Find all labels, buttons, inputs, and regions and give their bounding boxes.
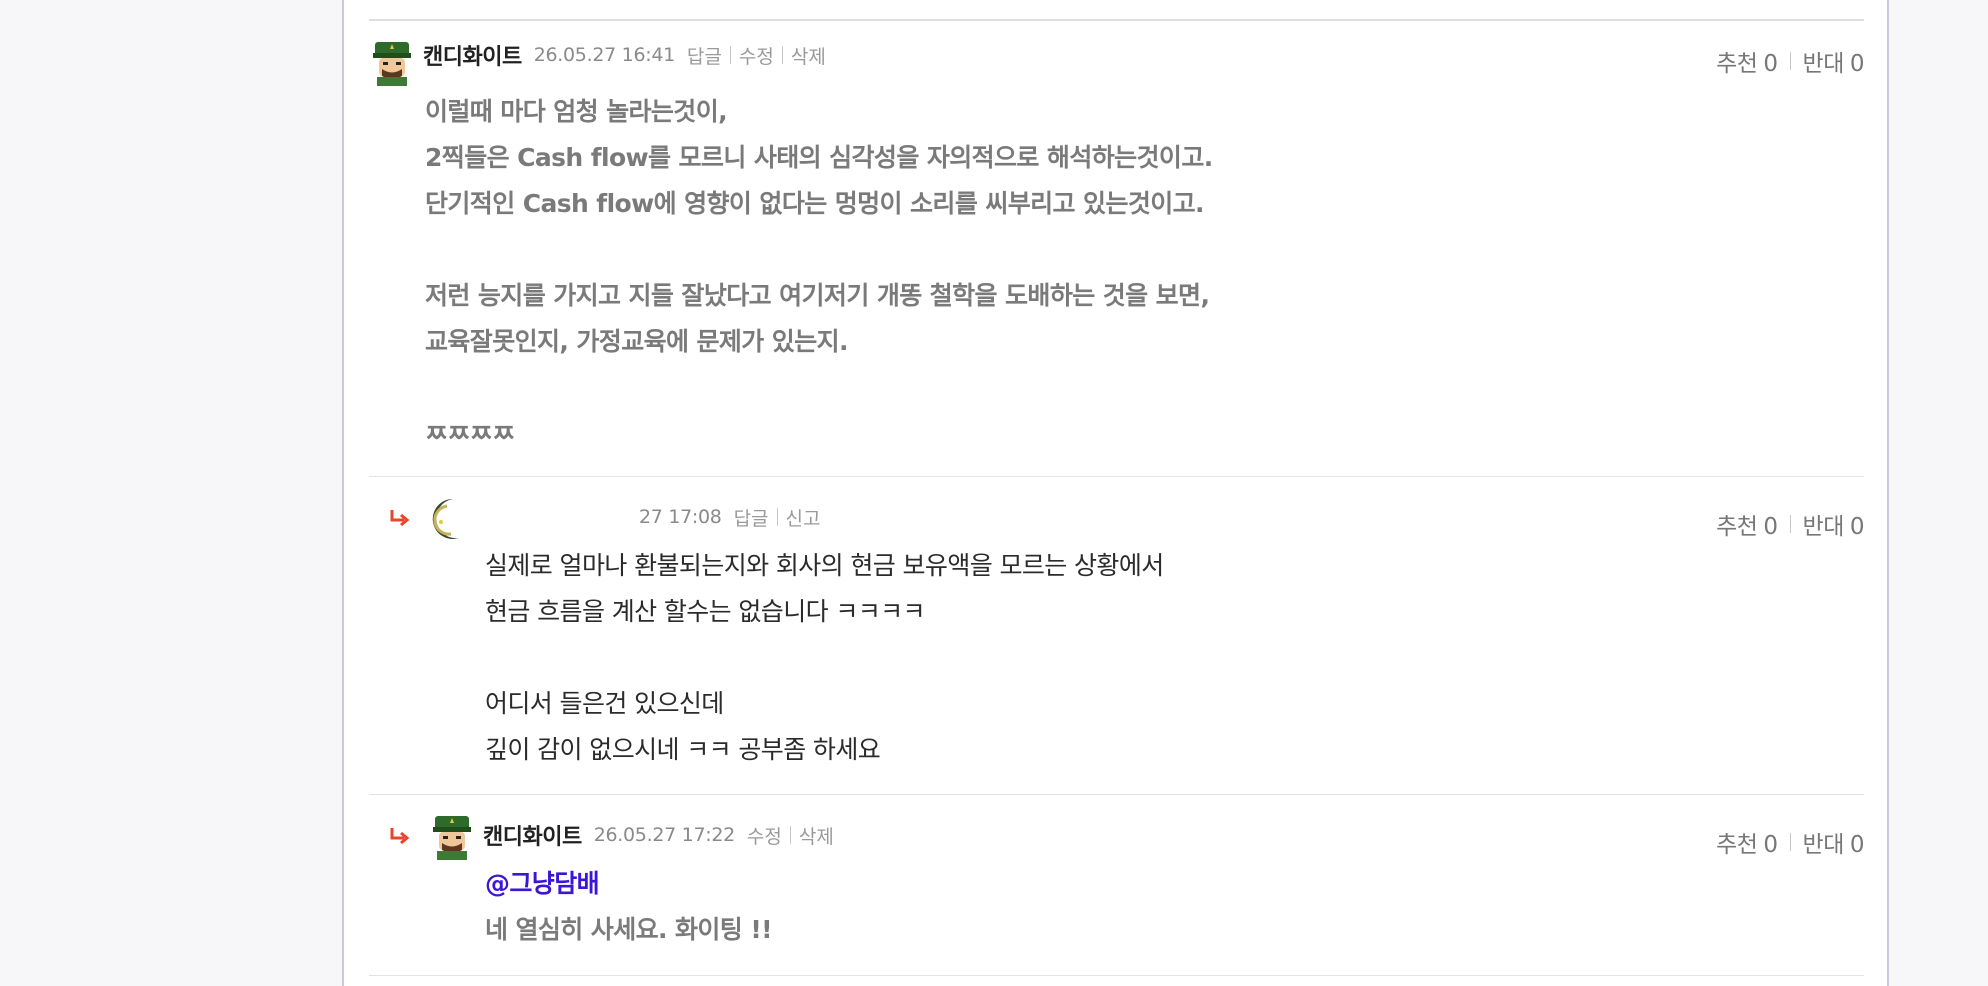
downvote-count: 0 bbox=[1849, 514, 1865, 540]
comment-line: 실제로 얼마나 환불되는지와 회사의 현금 보유액을 모르는 상황에서 bbox=[485, 551, 1164, 580]
comment-line: 저런 능지를 가지고 지들 잘났다고 여기저기 개똥 철학을 도배하는 것을 보… bbox=[425, 281, 1210, 310]
vote-box: 추천 0 반대 0 bbox=[1716, 44, 1864, 78]
downvote-button[interactable]: 반대 0 bbox=[1802, 507, 1865, 541]
upvote-count: 0 bbox=[1763, 514, 1778, 540]
comment-line: 2찍들은 Cash flow를 모르니 사태의 심각성을 자의적으로 해석하는것… bbox=[425, 143, 1213, 172]
separator bbox=[789, 826, 791, 844]
downvote-label: 반대 bbox=[1802, 832, 1845, 858]
comment-line bbox=[485, 635, 1164, 681]
edit-link[interactable]: 수정 bbox=[747, 822, 782, 849]
comment-line: 어디서 들은건 있으신데 bbox=[485, 689, 724, 718]
downvote-count: 0 bbox=[1849, 51, 1865, 77]
reply-arrow-icon bbox=[390, 510, 410, 527]
author-name[interactable]: 캔디화이트 bbox=[483, 819, 582, 851]
divider bbox=[369, 975, 1864, 976]
comment-line: 이럴때 마다 엄청 놀라는것이, bbox=[425, 97, 728, 126]
comment-line: 깊이 감이 없으시네 ㅋㅋ 공부좀 하세요 bbox=[485, 735, 881, 764]
comment-item: 캔디화이트 26.05.27 16:41 답글 수정 삭제 추천 0 반대 0 이럴… bbox=[369, 20, 1865, 475]
reply-arrow-icon bbox=[390, 828, 410, 845]
comment-line: 네 열심히 사세요. 화이팅 !! bbox=[485, 915, 773, 944]
general-avatar-icon[interactable] bbox=[429, 814, 475, 860]
delete-link[interactable]: 삭제 bbox=[799, 822, 834, 849]
comment-line bbox=[425, 227, 1213, 273]
comment-timestamp: 27 17:08 bbox=[639, 506, 722, 528]
comment-body: @그냥담배 네 열심히 사세요. 화이팅 !! bbox=[485, 861, 773, 953]
separator bbox=[776, 508, 778, 526]
reply-link[interactable]: 답글 bbox=[687, 42, 722, 69]
upvote-label: 추천 bbox=[1716, 832, 1758, 858]
upvote-count: 0 bbox=[1763, 51, 1778, 77]
edit-link[interactable]: 수정 bbox=[739, 42, 774, 69]
downvote-label: 반대 bbox=[1802, 514, 1845, 540]
upvote-count: 0 bbox=[1763, 832, 1778, 858]
reply-comment-item: 캔디화이트 26.05.27 17:22 수정 삭제 추천 0 반대 0 @그냥담배… bbox=[369, 795, 1865, 975]
upvote-button[interactable]: 추천 0 bbox=[1716, 44, 1778, 78]
comment-timestamp: 26.05.27 16:41 bbox=[533, 44, 676, 66]
moon-avatar-icon[interactable] bbox=[429, 496, 475, 542]
comment-line: 교육잘못인지, 가정교육에 문제가 있는지. bbox=[425, 327, 849, 356]
separator bbox=[729, 46, 731, 64]
comment-body: 실제로 얼마나 환불되는지와 회사의 현금 보유액을 모르는 상황에서 현금 흐… bbox=[485, 543, 1164, 773]
report-link[interactable]: 신고 bbox=[786, 504, 821, 531]
comment-body: 이럴때 마다 엄청 놀라는것이, 2찍들은 Cash flow를 모르니 사태의… bbox=[425, 89, 1213, 457]
author-name[interactable]: 캔디화이트 bbox=[423, 39, 522, 71]
upvote-button[interactable]: 추천 0 bbox=[1716, 507, 1778, 541]
comment-timestamp: 26.05.27 17:22 bbox=[593, 824, 736, 846]
downvote-button[interactable]: 반대 0 bbox=[1802, 825, 1865, 859]
comment-line: ㅉㅉㅉㅉ bbox=[425, 419, 515, 448]
separator bbox=[1789, 833, 1791, 851]
separator bbox=[781, 46, 783, 64]
upvote-label: 추천 bbox=[1716, 51, 1758, 77]
upvote-label: 추천 bbox=[1716, 514, 1758, 540]
comment-line: 단기적인 Cash flow에 영향이 없다는 멍멍이 소리를 씨부리고 있는것… bbox=[425, 189, 1205, 218]
comment-line bbox=[425, 365, 1213, 411]
separator bbox=[1789, 52, 1791, 70]
reply-comment-item: 27 17:08 답글 신고 추천 0 반대 0 실제로 얼마나 환불되는지와 회사… bbox=[369, 477, 1865, 794]
downvote-label: 반대 bbox=[1802, 51, 1845, 77]
general-avatar-icon[interactable] bbox=[369, 40, 415, 86]
vote-box: 추천 0 반대 0 bbox=[1716, 507, 1864, 541]
downvote-count: 0 bbox=[1849, 832, 1865, 858]
delete-link[interactable]: 삭제 bbox=[791, 42, 826, 69]
reply-link[interactable]: 답글 bbox=[734, 504, 769, 531]
separator bbox=[1789, 515, 1791, 533]
upvote-button[interactable]: 추천 0 bbox=[1716, 825, 1778, 859]
mention-link[interactable]: @그냥담배 bbox=[485, 861, 772, 907]
downvote-button[interactable]: 반대 0 bbox=[1802, 44, 1865, 78]
comment-line: 현금 흐름을 계산 할수는 없습니다 ㅋㅋㅋㅋ bbox=[485, 597, 926, 626]
vote-box: 추천 0 반대 0 bbox=[1716, 825, 1864, 859]
